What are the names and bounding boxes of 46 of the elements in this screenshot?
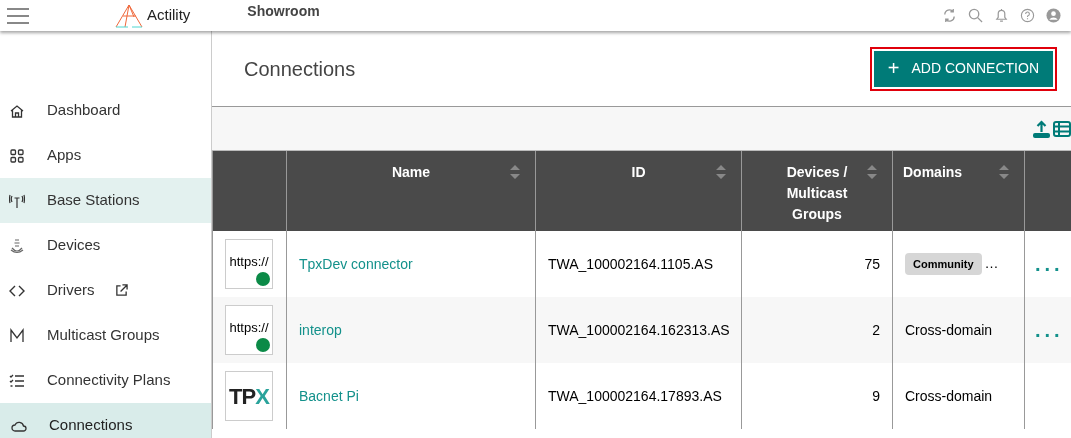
sort-icon[interactable] — [998, 164, 1010, 180]
sort-icon[interactable] — [866, 164, 878, 180]
bell-icon[interactable] — [994, 8, 1009, 23]
export-icon[interactable] — [1033, 119, 1050, 138]
connection-name-link[interactable]: TpxDev connector — [299, 255, 413, 272]
table-cell: TWA_100002164.17893.AS — [548, 387, 722, 404]
connection-name-link[interactable]: Bacnet Pi — [299, 387, 359, 404]
table-cell: 9 — [872, 387, 880, 404]
page-title: Connections — [244, 56, 356, 82]
table-cell: 2 — [872, 321, 880, 338]
sort-icon[interactable] — [509, 164, 521, 180]
connector-logo: TPX — [225, 371, 273, 421]
table-cell: TWA_100002164.162313.AS — [548, 321, 730, 338]
logo-icon — [114, 3, 144, 28]
row-actions-button[interactable]: ... — [1035, 253, 1064, 275]
columns-icon[interactable] — [1053, 120, 1071, 137]
table-cell: 75 — [864, 255, 880, 272]
table-cell: Cross-domain — [905, 321, 993, 338]
add-connection-button[interactable]: + ADD CONNECTION — [873, 50, 1053, 87]
domain-tag: Community — [905, 252, 982, 276]
user-avatar-icon[interactable] — [1046, 8, 1061, 23]
column-header[interactable]: Domains — [903, 162, 963, 183]
sort-icon[interactable] — [715, 164, 727, 180]
column-header[interactable]: Devices / Multicast Groups — [777, 162, 857, 225]
more-indicator: … — [984, 254, 999, 271]
search-icon[interactable] — [968, 8, 983, 23]
signal-device-icon — [9, 237, 25, 254]
sidebar-item[interactable]: Base Stations — [0, 178, 211, 223]
sidebar-item[interactable]: Connections — [0, 403, 211, 438]
antenna-icon — [9, 192, 25, 209]
connection-name-link[interactable]: interop — [299, 321, 342, 338]
table-cell: Cross-domain — [905, 387, 993, 404]
checklist-icon — [9, 372, 25, 389]
table-cell: TWA_100002164.1105.AS — [548, 255, 713, 272]
grid-icon — [9, 147, 25, 164]
connector-logo: https:// — [225, 305, 273, 355]
menu-icon[interactable] — [7, 7, 29, 24]
column-header[interactable]: ID — [631, 162, 646, 183]
column-header[interactable]: Name — [391, 162, 431, 183]
workspace-title: Showroom — [247, 2, 320, 21]
refresh-icon[interactable] — [942, 8, 957, 23]
connector-logo: https:// — [225, 239, 273, 289]
help-icon[interactable] — [1020, 8, 1035, 23]
brand-name: Actility — [147, 5, 191, 26]
row-actions-button[interactable]: ... — [1035, 319, 1064, 341]
m-letter-icon — [9, 327, 25, 344]
